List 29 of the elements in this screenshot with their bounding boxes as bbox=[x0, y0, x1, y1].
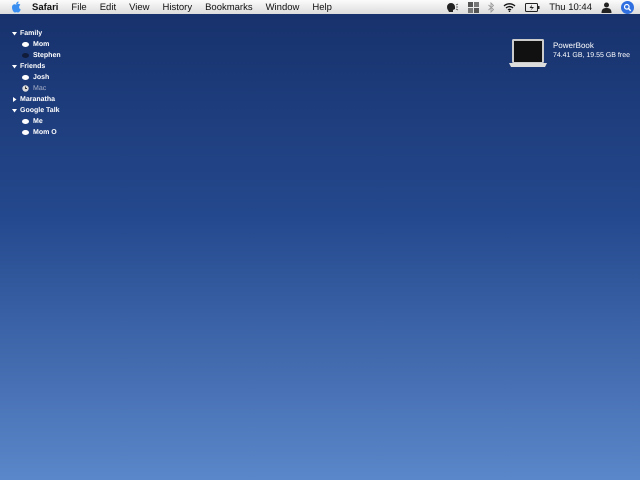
battery-icon[interactable] bbox=[525, 2, 540, 12]
idle-status-icon bbox=[22, 85, 29, 92]
menu-clock[interactable]: Thu 10:44 bbox=[549, 2, 592, 12]
menu-item[interactable]: View bbox=[129, 2, 150, 12]
app-menu[interactable]: Safari bbox=[32, 2, 58, 12]
menu-item[interactable]: Edit bbox=[100, 2, 116, 12]
bluetooth-icon[interactable] bbox=[488, 2, 494, 12]
menu-item[interactable]: File bbox=[71, 2, 87, 12]
spaces-icon[interactable] bbox=[468, 2, 480, 12]
apple-logo-icon[interactable] bbox=[11, 1, 22, 13]
status-dot bbox=[22, 119, 29, 124]
search-icon[interactable] bbox=[621, 0, 634, 14]
menu-item[interactable]: Bookmarks bbox=[205, 2, 253, 12]
laptop-icon[interactable] bbox=[508, 38, 547, 68]
speech-icon[interactable] bbox=[446, 2, 460, 12]
collapsed-triangle-icon[interactable] bbox=[12, 97, 17, 102]
drive-name: PowerBook bbox=[552, 41, 595, 50]
expanded-triangle-icon[interactable] bbox=[12, 64, 17, 69]
expanded-triangle-icon[interactable] bbox=[12, 31, 17, 36]
status-dot bbox=[22, 53, 29, 58]
user-icon[interactable] bbox=[601, 2, 612, 12]
menu-item[interactable]: Window bbox=[266, 2, 300, 12]
wifi-icon[interactable] bbox=[503, 2, 516, 12]
status-dot bbox=[22, 75, 29, 80]
expanded-triangle-icon[interactable] bbox=[12, 108, 17, 113]
status-dot bbox=[22, 42, 29, 47]
status-dot bbox=[22, 130, 29, 135]
menu-item[interactable]: Help bbox=[312, 2, 332, 12]
menu-item[interactable]: History bbox=[162, 2, 192, 12]
